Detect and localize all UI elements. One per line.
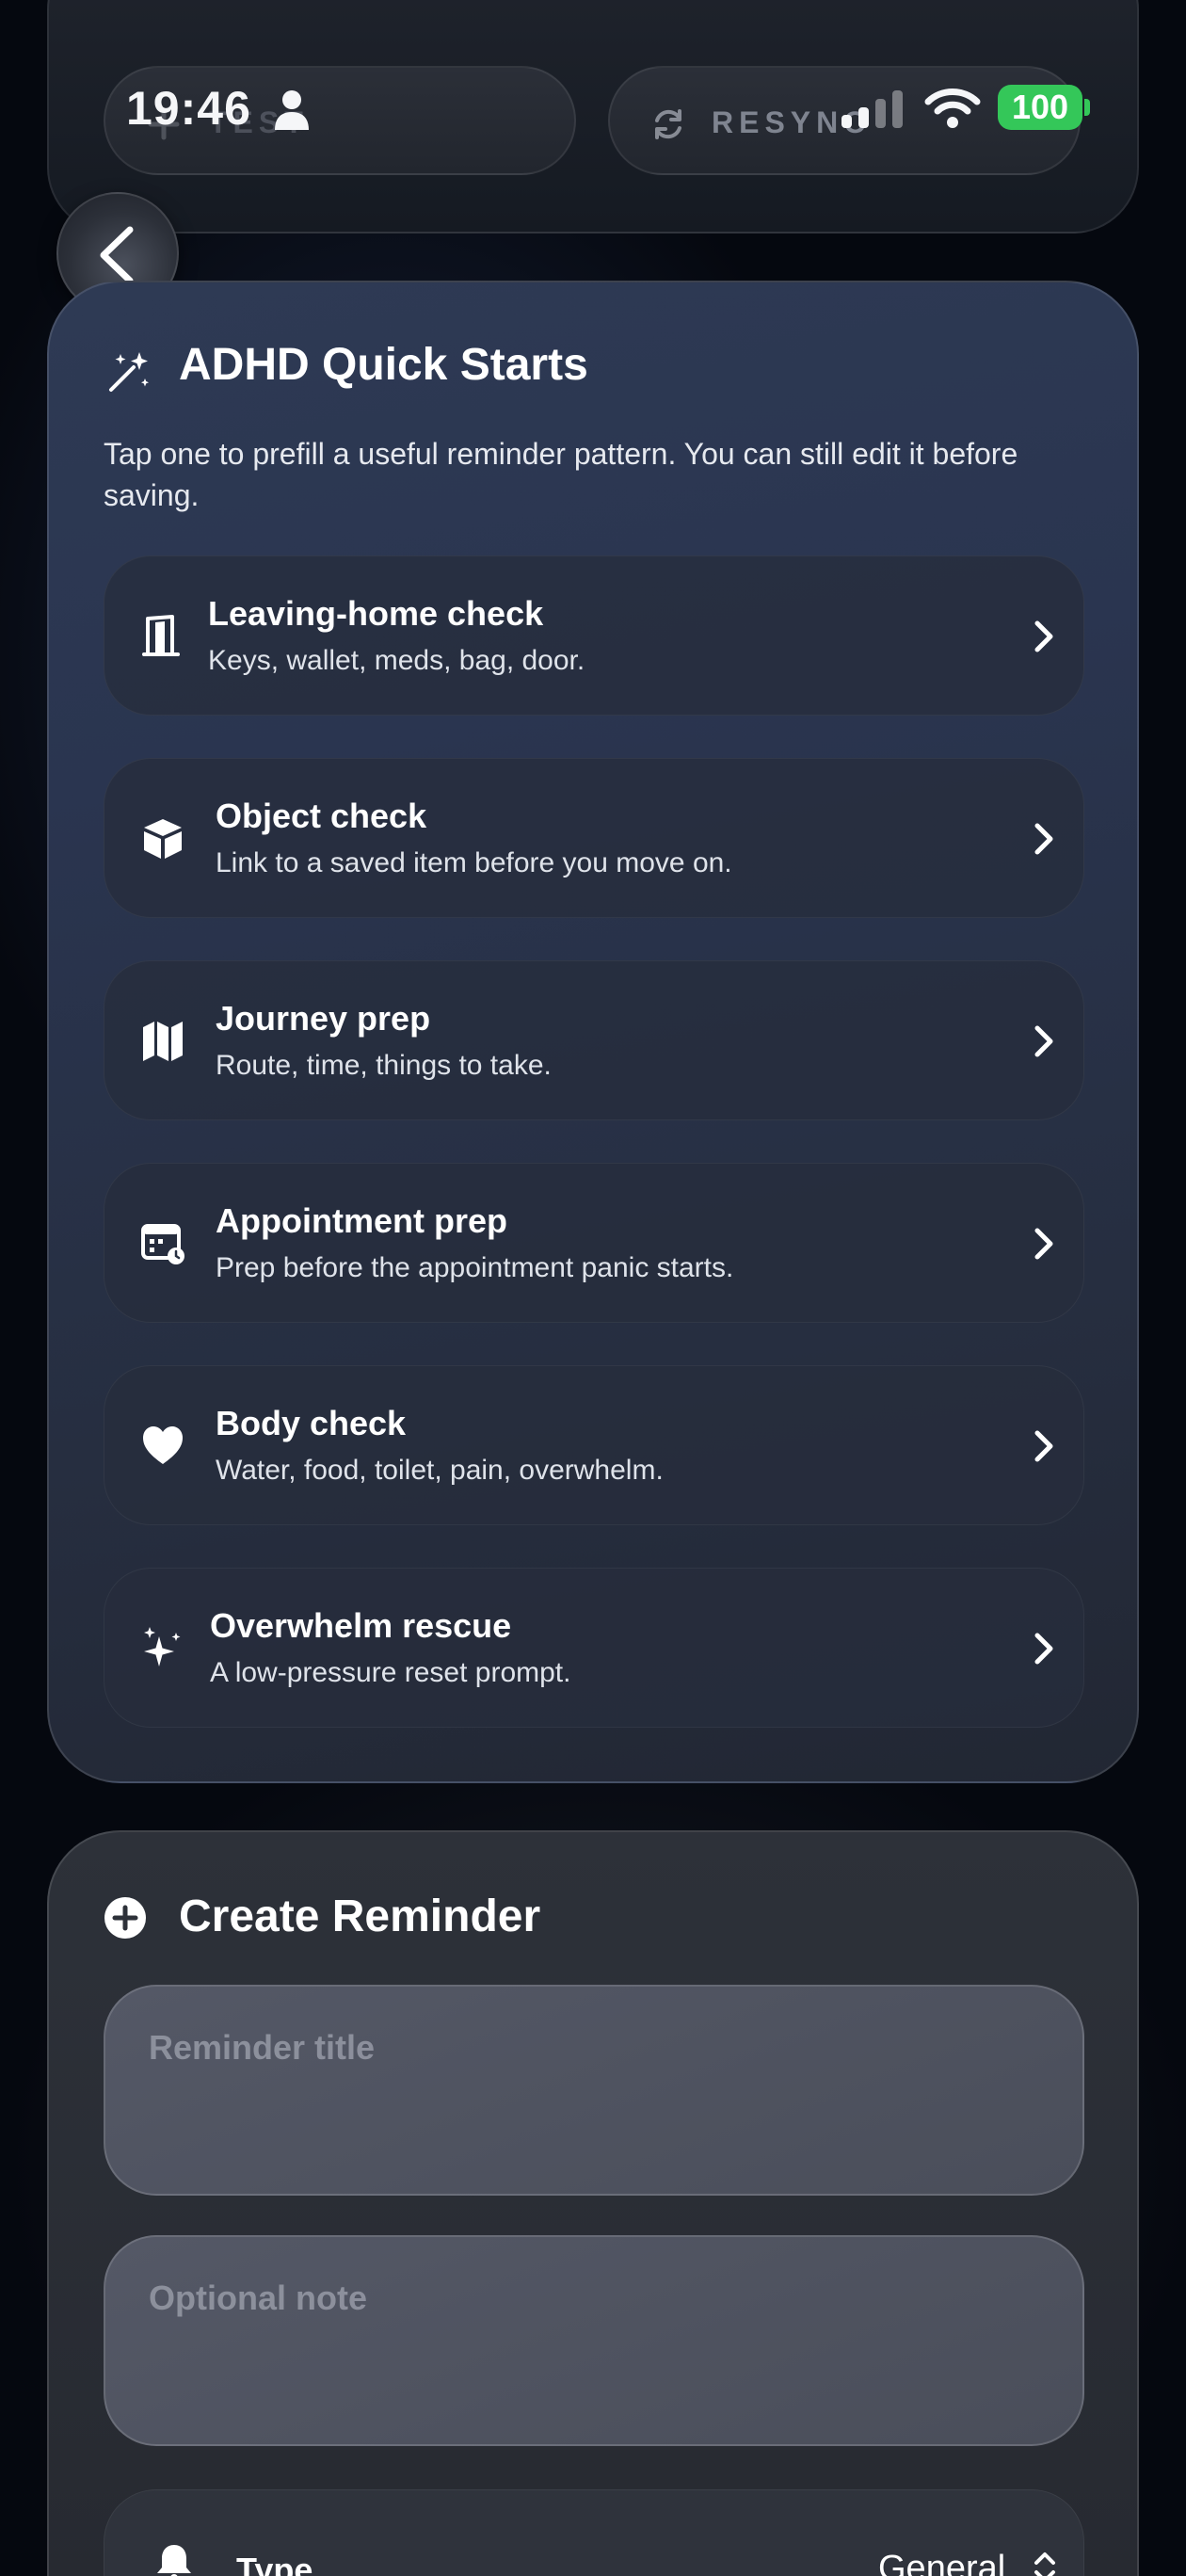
item-subtitle: Keys, wallet, meds, bag, door. (208, 645, 585, 676)
type-label: Type (236, 2551, 313, 2576)
sparkles-icon (144, 1627, 181, 1666)
item-title: Appointment prep (216, 1201, 507, 1240)
chevron-right-icon (1034, 1228, 1053, 1260)
optional-note-input[interactable] (104, 2235, 1084, 2446)
item-subtitle: Water, food, toilet, pain, overwhelm. (216, 1455, 664, 1486)
quick-start-overwhelm-rescue[interactable]: Overwhelm rescue A low-pressure reset pr… (104, 1568, 1084, 1728)
cellular-signal-icon (841, 90, 903, 128)
heart-icon (143, 1426, 183, 1464)
bell-icon (157, 2545, 191, 2576)
chevron-right-icon (1034, 620, 1053, 652)
magic-wand-icon (109, 352, 149, 392)
chevron-right-icon (1034, 823, 1053, 855)
reminder-title-input[interactable] (104, 1985, 1084, 2196)
battery-tip (1084, 99, 1090, 116)
map-icon (143, 1022, 183, 1061)
door-icon (142, 615, 180, 656)
quick-starts-card: ADHD Quick Starts Tap one to prefill a u… (47, 281, 1139, 1783)
quick-starts-description: Tap one to prefill a useful reminder pat… (104, 437, 1018, 512)
type-value: General (878, 2549, 1006, 2576)
battery-indicator: 100 (998, 85, 1082, 130)
plus-circle-icon (104, 1897, 146, 1939)
calendar-clock-icon (141, 1224, 184, 1264)
item-title: Object check (216, 797, 427, 835)
quick-start-leaving-home[interactable]: Leaving-home check Keys, wallet, meds, b… (104, 555, 1084, 716)
item-subtitle: Link to a saved item before you move on. (216, 847, 732, 878)
item-subtitle: A low-pressure reset prompt. (210, 1657, 571, 1688)
chevron-right-icon (1034, 1430, 1053, 1462)
item-title: Body check (216, 1404, 407, 1442)
item-title: Overwhelm rescue (210, 1606, 512, 1645)
chevron-left-icon (100, 226, 134, 284)
item-subtitle: Route, time, things to take. (216, 1050, 552, 1081)
item-subtitle: Prep before the appointment panic starts… (216, 1252, 734, 1283)
chevron-right-icon (1034, 1633, 1053, 1665)
item-title: Journey prep (216, 999, 431, 1038)
status-time: 19:46 (126, 82, 251, 135)
box-icon (144, 819, 182, 859)
create-reminder-card: Create Reminder Type General (47, 1830, 1139, 2576)
quick-start-object-check[interactable]: Object check Link to a saved item before… (104, 758, 1084, 918)
quick-starts-title: ADHD Quick Starts (179, 340, 588, 390)
chevron-right-icon (1034, 1025, 1053, 1057)
create-reminder-title: Create Reminder (179, 1892, 541, 1941)
item-title: Leaving-home check (208, 594, 544, 633)
type-selector[interactable]: Type General (104, 2489, 1084, 2576)
person-icon (275, 90, 309, 130)
quick-start-body-check[interactable]: Body check Water, food, toilet, pain, ov… (104, 1365, 1084, 1525)
quick-start-journey-prep[interactable]: Journey prep Route, time, things to take… (104, 960, 1084, 1120)
refresh-icon (655, 109, 681, 139)
wifi-icon (924, 89, 981, 128)
chevron-up-down-icon (1034, 2552, 1055, 2576)
quick-start-appointment-prep[interactable]: Appointment prep Prep before the appoint… (104, 1163, 1084, 1323)
